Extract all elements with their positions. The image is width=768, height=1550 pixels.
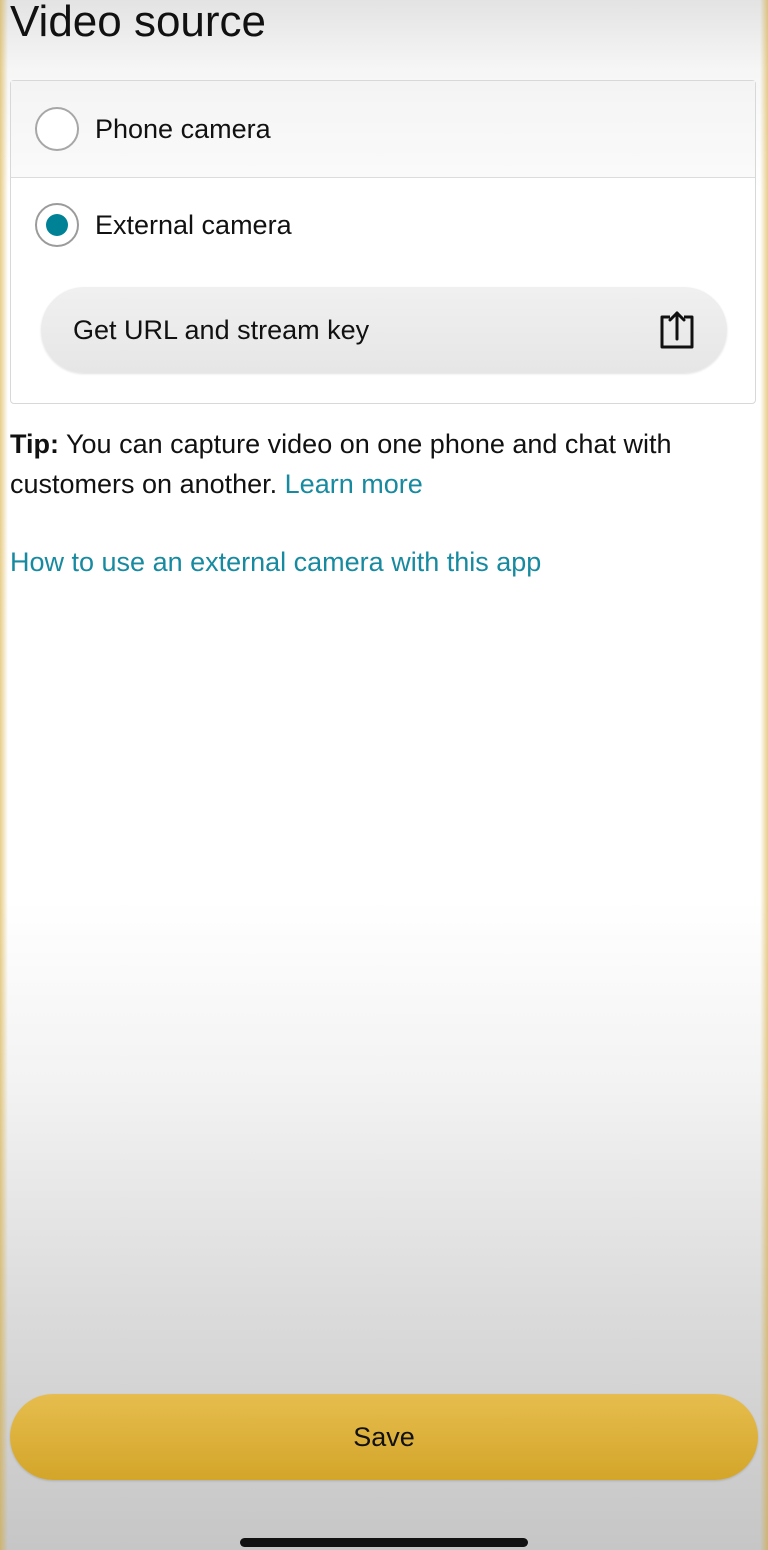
tip-text: Tip: You can capture video on one phone …	[10, 424, 755, 504]
phone-camera-radio[interactable]	[35, 107, 79, 151]
external-camera-option[interactable]: External camera	[11, 179, 755, 271]
save-button-label: Save	[353, 1421, 415, 1452]
share-icon	[660, 311, 694, 349]
save-button[interactable]: Save	[10, 1394, 758, 1480]
phone-camera-label: Phone camera	[95, 113, 271, 144]
external-camera-label: External camera	[95, 209, 292, 240]
video-source-options-card: Phone camera External camera Get URL and…	[10, 80, 756, 404]
home-indicator	[240, 1538, 528, 1547]
external-camera-radio[interactable]	[35, 203, 79, 247]
radio-selected-dot	[46, 214, 68, 236]
page-title: Video source	[10, 0, 267, 46]
get-url-stream-key-button[interactable]: Get URL and stream key	[41, 287, 727, 373]
tip-prefix: Tip:	[10, 429, 59, 459]
learn-more-link[interactable]: Learn more	[285, 469, 423, 499]
right-edge-tint	[760, 0, 768, 1550]
phone-camera-option[interactable]: Phone camera	[11, 81, 755, 178]
external-camera-help-link[interactable]: How to use an external camera with this …	[10, 540, 541, 584]
get-url-stream-key-label: Get URL and stream key	[73, 314, 370, 345]
left-edge-tint	[0, 0, 8, 1550]
